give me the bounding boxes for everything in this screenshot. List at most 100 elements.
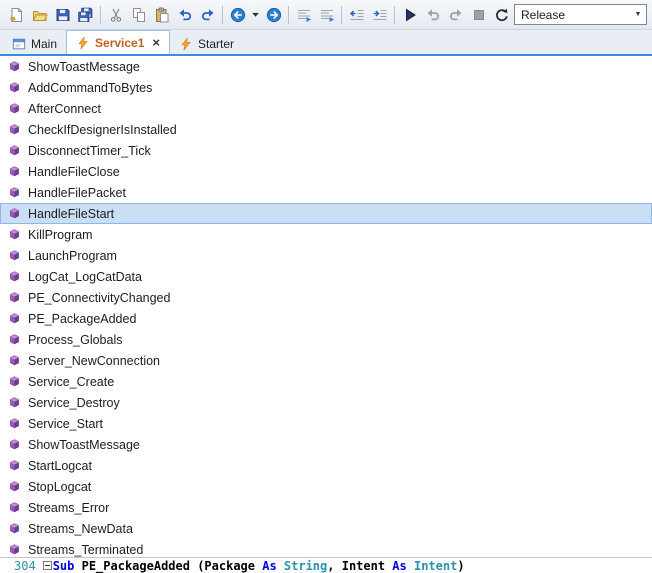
collapse-toggle-icon[interactable] <box>42 561 52 570</box>
service-module-icon <box>76 36 90 50</box>
member-list-item[interactable]: Service_Start <box>0 413 652 434</box>
member-list-item[interactable]: StartLogcat <box>0 455 652 476</box>
member-name: Service_Destroy <box>28 395 120 410</box>
build-configuration-select[interactable]: Release ▼ <box>514 4 647 25</box>
member-list-item[interactable]: PE_ConnectivityChanged <box>0 287 652 308</box>
save-all-button[interactable] <box>74 3 97 26</box>
new-file-button[interactable] <box>5 3 28 26</box>
method-icon <box>8 102 21 115</box>
indent-button[interactable] <box>368 3 391 26</box>
method-icon <box>8 354 21 367</box>
tab-label: Main <box>31 36 58 51</box>
line-number: 304 <box>14 558 36 573</box>
member-name: HandleFilePacket <box>28 185 126 200</box>
code-editor-line[interactable]: 304 Sub PE_PackageAdded (Package As Stri… <box>0 558 652 573</box>
member-list-item[interactable]: HandleFileStart <box>0 203 652 224</box>
member-list: ShowToastMessage AddCommandToBytes AfterCo… <box>0 56 652 558</box>
member-list-item[interactable]: HandleFileClose <box>0 161 652 182</box>
member-name: Process_Globals <box>28 332 123 347</box>
uncomment-icon <box>319 7 335 23</box>
code-token: Intent <box>413 558 458 573</box>
resume-button[interactable] <box>421 3 444 26</box>
outdent-icon <box>349 7 365 23</box>
member-list-item[interactable]: LaunchProgram <box>0 245 652 266</box>
paste-button[interactable] <box>150 3 173 26</box>
outdent-button[interactable] <box>345 3 368 26</box>
member-list-item[interactable]: CheckIfDesignerIsInstalled <box>0 119 652 140</box>
tab-close-icon[interactable]: × <box>152 36 160 49</box>
navigate-forward-button[interactable] <box>262 3 285 26</box>
stop-button[interactable] <box>467 3 490 26</box>
member-list-item[interactable]: DisconnectTimer_Tick <box>0 140 652 161</box>
member-list-item[interactable]: Streams_Terminated <box>0 539 652 557</box>
run-icon <box>402 7 418 23</box>
app-window: Release ▼ Main Service1 × Starter ShowToast… <box>0 0 652 573</box>
step-button[interactable] <box>444 3 467 26</box>
navigate-back-button[interactable] <box>226 3 249 26</box>
code-token: As <box>262 558 277 573</box>
member-name: Streams_Error <box>28 500 110 515</box>
member-list-item[interactable]: HandleFilePacket <box>0 182 652 203</box>
method-icon <box>8 312 21 325</box>
method-icon <box>8 333 21 346</box>
open-folder-icon <box>32 7 48 23</box>
navigate-back-menu-button[interactable] <box>249 3 262 26</box>
save-icon <box>55 7 71 23</box>
code-token: As <box>392 558 407 573</box>
method-icon <box>8 249 21 262</box>
member-list-item[interactable]: ShowToastMessage <box>0 56 652 77</box>
save-button[interactable] <box>51 3 74 26</box>
member-name: PE_ConnectivityChanged <box>28 290 171 305</box>
cut-button[interactable] <box>104 3 127 26</box>
toolbar-separator <box>100 5 101 24</box>
member-name: LaunchProgram <box>28 248 117 263</box>
restart-button[interactable] <box>490 3 513 26</box>
run-button[interactable] <box>398 3 421 26</box>
toolbar-separator <box>394 5 395 24</box>
tab-starter[interactable]: Starter <box>170 33 243 54</box>
copy-icon <box>131 7 147 23</box>
toolbar-separator <box>288 5 289 24</box>
method-icon <box>8 543 21 556</box>
member-list-item[interactable]: AddCommandToBytes <box>0 77 652 98</box>
member-list-item[interactable]: Streams_NewData <box>0 518 652 539</box>
member-list-item[interactable]: Process_Globals <box>0 329 652 350</box>
method-icon <box>8 144 21 157</box>
method-icon <box>8 123 21 136</box>
tab-label: Starter <box>198 36 235 51</box>
undo-icon <box>177 7 193 23</box>
step-icon <box>448 7 464 23</box>
indent-icon <box>372 7 388 23</box>
method-icon <box>8 522 21 535</box>
member-list-item[interactable]: KillProgram <box>0 224 652 245</box>
comment-button[interactable] <box>292 3 315 26</box>
undo-button[interactable] <box>173 3 196 26</box>
method-icon <box>8 291 21 304</box>
tab-service1[interactable]: Service1 × <box>66 30 170 54</box>
tab-main[interactable]: Main <box>3 33 66 54</box>
member-list-item[interactable]: PE_PackageAdded <box>0 308 652 329</box>
member-list-item[interactable]: AfterConnect <box>0 98 652 119</box>
member-list-item[interactable]: ShowToastMessage <box>0 434 652 455</box>
member-list-item[interactable]: StopLogcat <box>0 476 652 497</box>
code-token: Sub <box>52 558 82 573</box>
member-name: Service_Create <box>28 374 115 389</box>
copy-button[interactable] <box>127 3 150 26</box>
resume-icon <box>425 7 441 23</box>
uncomment-button[interactable] <box>315 3 338 26</box>
method-icon <box>8 459 21 472</box>
save-all-icon <box>77 7 94 23</box>
open-button[interactable] <box>28 3 51 26</box>
redo-button[interactable] <box>196 3 219 26</box>
member-name: Server_NewConnection <box>28 353 161 368</box>
member-list-item[interactable]: Server_NewConnection <box>0 350 652 371</box>
method-icon <box>8 438 21 451</box>
chevron-down-icon[interactable]: ▼ <box>630 5 646 24</box>
code-token: (Package <box>189 558 263 573</box>
method-icon <box>8 165 21 178</box>
member-list-item[interactable]: Streams_Error <box>0 497 652 518</box>
member-list-item[interactable]: Service_Destroy <box>0 392 652 413</box>
member-list-item[interactable]: Service_Create <box>0 371 652 392</box>
member-list-item[interactable]: LogCat_LogCatData <box>0 266 652 287</box>
